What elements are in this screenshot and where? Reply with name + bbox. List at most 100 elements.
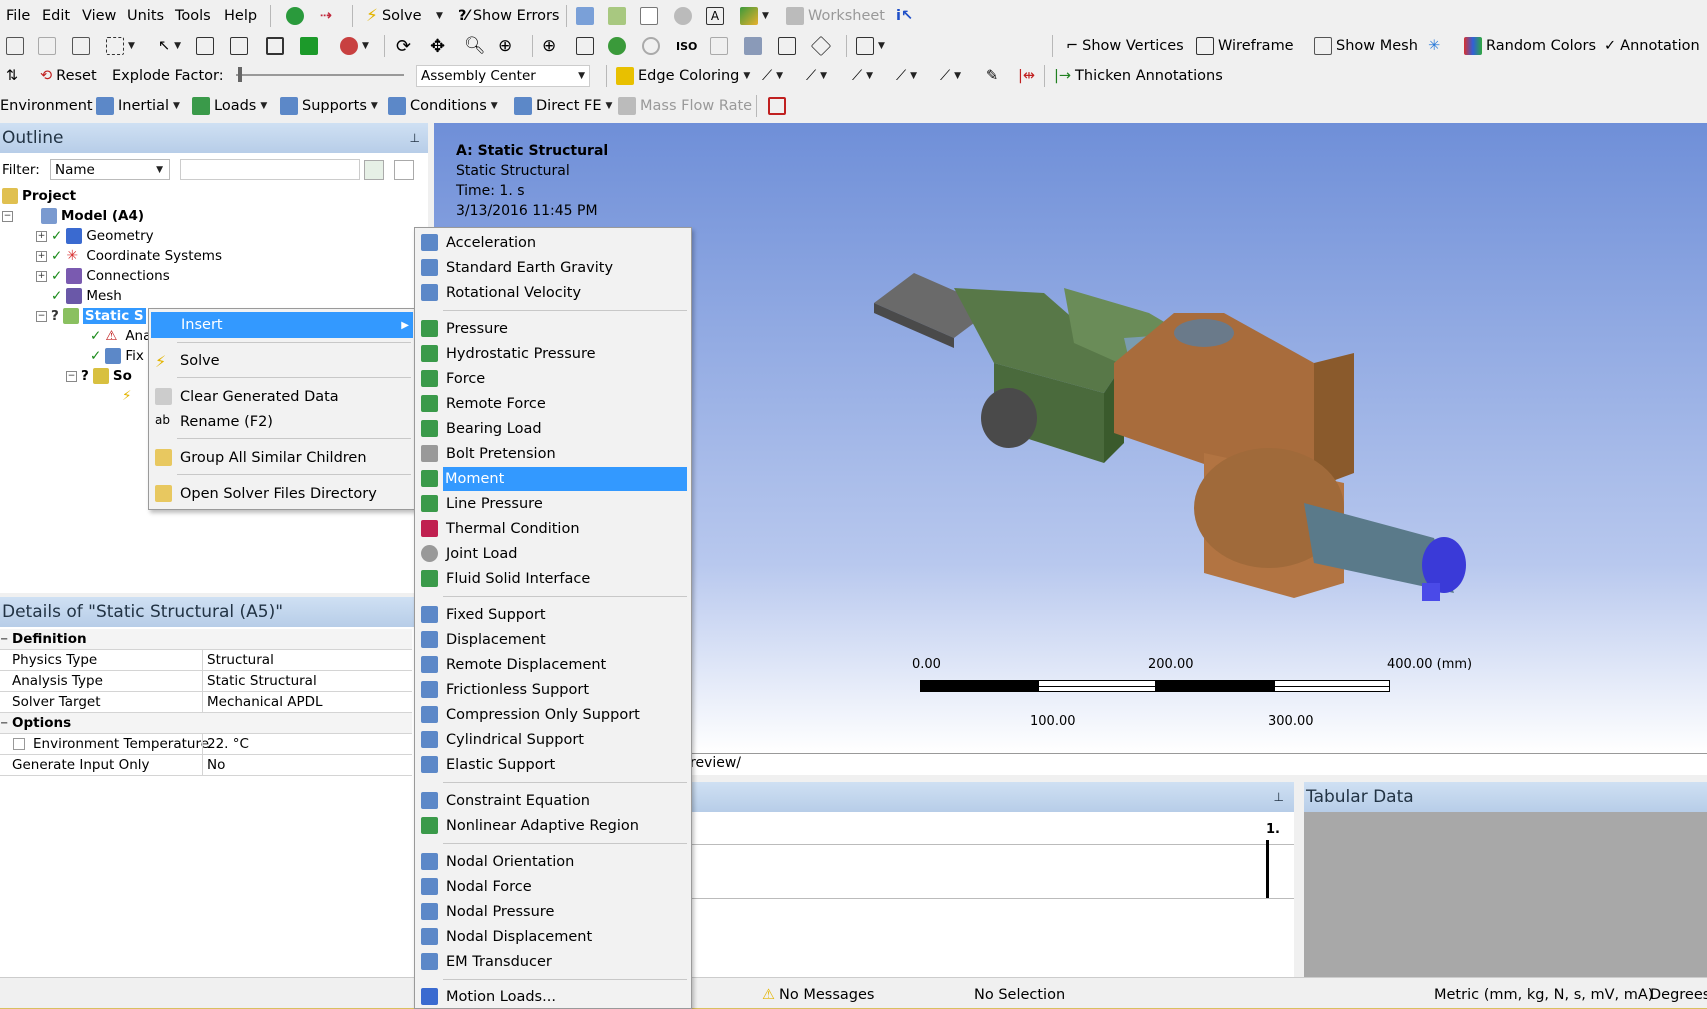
menu-cylindrical-support[interactable]: Cylindrical Support: [417, 728, 689, 752]
iso-icon[interactable]: ISO: [676, 31, 697, 61]
tree-geometry[interactable]: + ✓ Geometry: [36, 226, 154, 246]
menu-line-pressure[interactable]: Line Pressure: [417, 492, 689, 516]
chart-icon[interactable]: [640, 0, 658, 31]
pan-icon[interactable]: ✥: [430, 31, 445, 61]
assembly-select[interactable]: Assembly Center ▼: [416, 65, 590, 87]
direct-fe-button[interactable]: Direct FE ▼: [514, 91, 612, 121]
viewport-icon[interactable]: ▼: [856, 31, 885, 61]
print-icon[interactable]: [778, 31, 796, 61]
menu-em-transducer[interactable]: EM Transducer: [417, 950, 689, 974]
menu-group-children[interactable]: Group All Similar Children: [151, 446, 413, 470]
box-zoom-icon[interactable]: [576, 31, 594, 61]
face-select-icon[interactable]: [266, 31, 284, 61]
named-view-icon[interactable]: [744, 31, 762, 61]
menu-fixed-support[interactable]: Fixed Support: [417, 603, 689, 627]
zoom-icon[interactable]: 🔍︎: [464, 31, 486, 61]
menu-nodal-force[interactable]: Nodal Force: [417, 875, 689, 899]
menu-motion-loads[interactable]: Motion Loads...: [417, 985, 689, 1009]
details-section-definition[interactable]: − Definition: [0, 629, 412, 650]
menu-bearing-load[interactable]: Bearing Load: [417, 417, 689, 441]
menu-remote-displacement[interactable]: Remote Displacement: [417, 653, 689, 677]
menu-thermal-condition[interactable]: Thermal Condition: [417, 517, 689, 541]
tree-connections[interactable]: + ✓ Connections: [36, 266, 170, 286]
preview-tab[interactable]: review/: [690, 755, 741, 771]
menu-compression-only-support[interactable]: Compression Only Support: [417, 703, 689, 727]
box-select-icon[interactable]: ▼: [106, 31, 135, 61]
details-row-input-only[interactable]: Generate Input Only No: [0, 755, 412, 776]
menu-nonlinear-adaptive[interactable]: Nonlinear Adaptive Region: [417, 814, 689, 838]
solve-button[interactable]: ⚡ Solve: [366, 0, 422, 31]
select-mode-icon[interactable]: [38, 31, 56, 61]
menu-frictionless-support[interactable]: Frictionless Support: [417, 678, 689, 702]
random-colors-button[interactable]: Random Colors: [1464, 31, 1596, 61]
menu-tools[interactable]: Tools: [175, 0, 211, 31]
details-section-options[interactable]: − Options: [0, 713, 412, 734]
filter-select[interactable]: Name ▼: [50, 159, 170, 180]
vertex-select-icon[interactable]: [196, 31, 214, 61]
menu-nodal-pressure[interactable]: Nodal Pressure: [417, 900, 689, 924]
menu-rotational-velocity[interactable]: Rotational Velocity: [417, 281, 689, 305]
menu-insert[interactable]: Insert ▶: [151, 312, 413, 338]
edge-tool-5-icon[interactable]: ⟋ ▼: [940, 61, 961, 91]
conditions-button[interactable]: Conditions ▼: [388, 91, 498, 121]
pin-icon[interactable]: ⊥: [1274, 790, 1284, 804]
magnifier-icon[interactable]: [642, 31, 660, 61]
menu-standard-gravity[interactable]: Standard Earth Gravity: [417, 256, 689, 280]
table-icon[interactable]: [576, 0, 594, 31]
menu-rename[interactable]: ab Rename (F2): [151, 410, 413, 434]
explode-slider[interactable]: [236, 74, 404, 76]
probe-icon[interactable]: [674, 0, 692, 31]
thicken-annotations-button[interactable]: |→ Thicken Annotations: [1054, 61, 1223, 91]
menu-clear-generated[interactable]: Clear Generated Data: [151, 385, 413, 409]
angle-status[interactable]: Degrees: [1650, 980, 1707, 1009]
filter-input[interactable]: [180, 159, 360, 180]
tree-solution-info[interactable]: ⚡: [122, 386, 131, 406]
tree-analysis-settings[interactable]: ✓ ⚠ Ana: [90, 326, 151, 346]
edge-tool-4-icon[interactable]: ⟋ ▼: [896, 61, 917, 91]
edge-tool-3-icon[interactable]: ⟋ ▼: [852, 61, 873, 91]
filter-clear-icon[interactable]: [394, 160, 414, 180]
menu-constraint-equation[interactable]: Constraint Equation: [417, 789, 689, 813]
explode-icon[interactable]: ⇅: [6, 61, 18, 91]
show-mesh-button[interactable]: Show Mesh: [1314, 31, 1418, 61]
inertial-button[interactable]: Inertial ▼: [96, 91, 180, 121]
zoom-box-icon[interactable]: ⊕: [498, 31, 512, 61]
previous-view-icon[interactable]: [710, 31, 728, 61]
menu-hydrostatic-pressure[interactable]: Hydrostatic Pressure: [417, 342, 689, 366]
edge-tool-2-icon[interactable]: ⟋ ▼: [806, 61, 827, 91]
menu-pressure[interactable]: Pressure: [417, 317, 689, 341]
zoom-to-fit-icon[interactable]: [608, 31, 626, 61]
menu-nodal-displacement[interactable]: Nodal Displacement: [417, 925, 689, 949]
commands-icon[interactable]: [768, 91, 786, 121]
details-row-analysis[interactable]: Analysis Type Static Structural: [0, 671, 412, 692]
edge-select-icon[interactable]: [230, 31, 248, 61]
abc-icon[interactable]: [608, 0, 626, 31]
tree-project[interactable]: Project: [2, 186, 76, 206]
tag-icon[interactable]: [810, 31, 832, 61]
text-icon[interactable]: A: [706, 0, 724, 31]
menu-file[interactable]: File: [6, 0, 30, 31]
details-row-env-temp[interactable]: Environment Temperature 22. °C: [0, 734, 412, 755]
pin-icon[interactable]: ✎: [986, 61, 998, 91]
pointer-icon[interactable]: ↖ ▼: [158, 31, 181, 61]
menu-open-solver-dir[interactable]: Open Solver Files Directory: [151, 482, 413, 506]
zoom-fit-icon[interactable]: ⊕: [542, 31, 556, 61]
mass-flow-button[interactable]: Mass Flow Rate: [618, 91, 752, 121]
menu-remote-force[interactable]: Remote Force: [417, 392, 689, 416]
edge-coloring-button[interactable]: Edge Coloring ▼: [616, 61, 750, 91]
tree-static-structural[interactable]: −? Static S: [36, 306, 146, 326]
reset-button[interactable]: ⟲ Reset: [40, 61, 97, 91]
extend-icon[interactable]: ▼: [340, 31, 369, 61]
menu-force[interactable]: Force: [417, 367, 689, 391]
xyz-icon[interactable]: [72, 31, 90, 61]
menu-acceleration[interactable]: Acceleration: [417, 231, 689, 255]
menu-moment[interactable]: Moment: [443, 467, 687, 491]
select-icon[interactable]: [6, 31, 24, 61]
info-cursor-icon[interactable]: i↖: [896, 0, 913, 31]
pin-icon[interactable]: ⊥: [410, 131, 420, 145]
env-temp-checkbox[interactable]: [13, 738, 25, 750]
model-3d[interactable]: [874, 253, 1694, 753]
show-errors-button[interactable]: ?⁄ Show Errors: [458, 0, 559, 31]
show-vertices-button[interactable]: ⌐ Show Vertices: [1066, 31, 1184, 61]
export-icon[interactable]: ⇢: [320, 0, 332, 31]
